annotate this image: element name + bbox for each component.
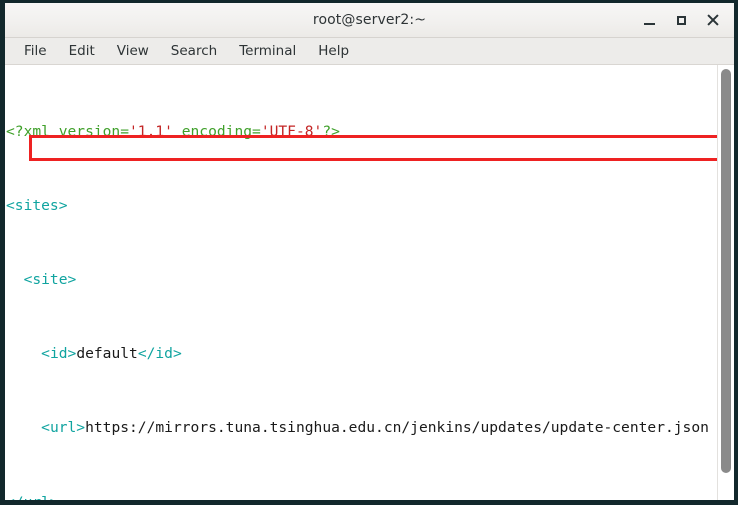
- id-value: default: [76, 345, 138, 363]
- line5-indent: [6, 419, 41, 436]
- terminal-window: root@server2:~ File Edit View Search Ter…: [0, 0, 738, 505]
- tag-id-close: </id>: [137, 345, 182, 363]
- editor-line-1: <?xml version='1.1' encoding='UTF-8'?>: [6, 123, 718, 142]
- menu-item-search[interactable]: Search: [160, 40, 228, 63]
- menu-item-file[interactable]: File: [13, 40, 58, 63]
- url-value: https://mirrors.tuna.tsinghua.edu.cn/jen…: [85, 419, 709, 437]
- close-icon: [707, 14, 719, 26]
- editor-line-6: </url>: [6, 494, 718, 500]
- tag-url-open: <url>: [41, 419, 86, 437]
- window-controls: [634, 3, 728, 37]
- minimize-button[interactable]: [634, 6, 664, 34]
- menu-bar: File Edit View Search Terminal Help: [5, 38, 734, 65]
- maximize-button[interactable]: [666, 6, 696, 34]
- xml-encoding-value: 'UTF-8': [260, 122, 323, 140]
- close-button[interactable]: [698, 6, 728, 34]
- menu-item-terminal[interactable]: Terminal: [228, 40, 307, 63]
- editor-line-5: <url>https://mirrors.tuna.tsinghua.edu.c…: [6, 419, 718, 438]
- xml-decl-part1: <?xml version=: [6, 122, 130, 140]
- vim-command-line[interactable]: :wq CSDN @L*YUEYUE: [5, 501, 734, 505]
- scrollbar-thumb[interactable]: [721, 69, 731, 473]
- editor-text-area[interactable]: <?xml version='1.1' encoding='UTF-8'?> <…: [5, 65, 718, 500]
- menu-item-edit[interactable]: Edit: [58, 40, 106, 63]
- xml-version-value: '1.1': [129, 122, 173, 140]
- line4-indent: [6, 345, 41, 362]
- tag-url-close: </url>: [6, 494, 59, 500]
- editor-line-3: <site>: [6, 271, 718, 290]
- window-title: root@server2:~: [312, 12, 427, 28]
- vertical-scrollbar[interactable]: [717, 65, 734, 500]
- menu-item-view[interactable]: View: [106, 40, 160, 63]
- menu-item-help[interactable]: Help: [307, 40, 360, 63]
- minimize-icon: [643, 22, 655, 25]
- xml-decl-part2: encoding=: [172, 122, 261, 140]
- xml-decl-part3: ?>: [322, 122, 340, 140]
- title-bar[interactable]: root@server2:~: [5, 3, 734, 38]
- editor-line-4: <id>default</id>: [6, 345, 718, 364]
- terminal-body[interactable]: <?xml version='1.1' encoding='UTF-8'?> <…: [5, 65, 734, 500]
- tag-id-open: <id>: [41, 345, 77, 363]
- tag-site-open: <site>: [6, 271, 77, 289]
- maximize-icon: [676, 15, 686, 25]
- editor-line-2: <sites>: [6, 197, 718, 216]
- tag-sites-open: <sites>: [6, 196, 68, 214]
